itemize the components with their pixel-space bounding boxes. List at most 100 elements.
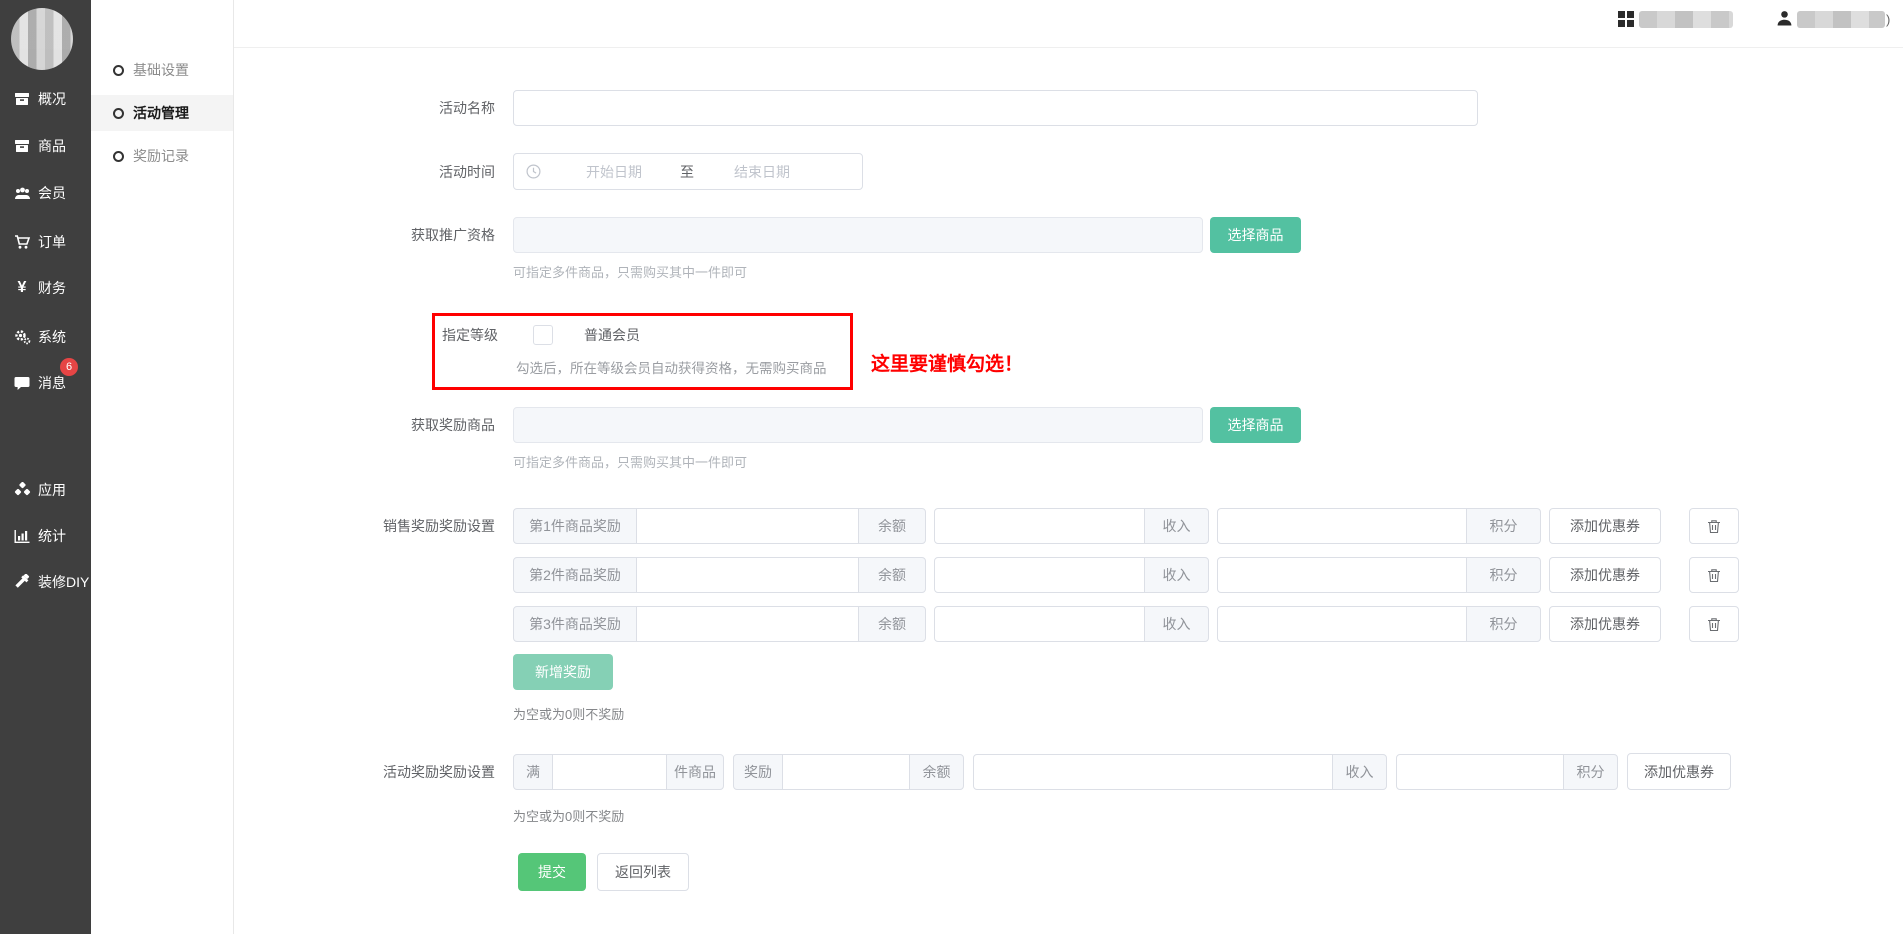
sidebar-item-finance[interactable]: ¥ 财务 (0, 264, 91, 312)
reward-addon: 奖励 (733, 754, 783, 790)
income-input[interactable] (934, 508, 1145, 544)
circle-icon (113, 65, 124, 76)
sidebar-item-goods[interactable]: 商品 (0, 122, 91, 170)
username-blurred[interactable] (1797, 11, 1885, 28)
balance-input[interactable] (636, 508, 859, 544)
reward-prefix-addon: 第2件商品奖励 (513, 557, 637, 593)
balance-input[interactable] (636, 606, 859, 642)
activity-reward-hint: 为空或为0则不奖励 (513, 806, 624, 825)
submenu-label: 基础设置 (133, 60, 189, 80)
submenu-item-reward-records[interactable]: 奖励记录 (91, 138, 233, 174)
activity-time-row: 活动时间 开始日期 至 结束日期 (234, 153, 863, 190)
balance-input[interactable] (782, 754, 910, 790)
sidebar-item-apps[interactable]: 应用 (0, 466, 91, 514)
activity-time-label: 活动时间 (234, 162, 495, 182)
sidebar-item-orders[interactable]: 订单 (0, 218, 91, 266)
back-to-list-button[interactable]: 返回列表 (597, 853, 689, 891)
points-input[interactable] (1217, 508, 1467, 544)
sidebar-label: 财务 (38, 278, 66, 298)
user-icon[interactable] (1776, 9, 1793, 27)
level-hint: 勾选后，所在等级会员自动获得资格，无需购买商品 (516, 357, 827, 377)
balance-addon: 余额 (909, 754, 964, 790)
diy-icon (13, 574, 31, 590)
promo-hint: 可指定多件商品，只需购买其中一件即可 (513, 262, 747, 281)
reward-goods-hint: 可指定多件商品，只需购买其中一件即可 (513, 452, 747, 471)
trash-icon (1707, 617, 1721, 632)
income-input[interactable] (973, 754, 1333, 790)
stats-icon (13, 528, 31, 544)
submenu-panel: 基础设置 活动管理 奖励记录 (91, 0, 234, 934)
reward-goods-input[interactable] (513, 407, 1203, 443)
start-date-placeholder[interactable]: 开始日期 (586, 162, 642, 182)
activity-name-input[interactable] (513, 90, 1478, 126)
sales-reward-hint: 为空或为0则不奖励 (513, 704, 624, 723)
avatar[interactable] (11, 8, 73, 70)
income-input[interactable] (934, 557, 1145, 593)
sidebar-label: 装修DIY (38, 572, 89, 592)
system-icon (13, 329, 31, 345)
promo-goods-input[interactable] (513, 217, 1203, 253)
sidebar-label: 统计 (38, 526, 66, 546)
goods-icon (13, 138, 31, 154)
select-goods-button[interactable]: 选择商品 (1210, 217, 1301, 253)
add-coupon-button[interactable]: 添加优惠券 (1549, 557, 1661, 593)
sidebar-label: 会员 (38, 183, 66, 203)
sidebar-item-members[interactable]: 会员 (0, 169, 91, 217)
add-coupon-button[interactable]: 添加优惠券 (1549, 508, 1661, 544)
goods-suffix-addon: 件商品 (666, 754, 724, 790)
clock-icon (526, 164, 541, 179)
shop-name-blurred[interactable] (1639, 11, 1733, 28)
main-sidebar: 概况 商品 会员 订单 ¥ 财务 (0, 0, 91, 934)
members-icon (13, 185, 31, 201)
income-addon: 收入 (1144, 508, 1209, 544)
activity-name-label: 活动名称 (234, 98, 495, 118)
level-label: 指定等级 (435, 325, 498, 345)
sidebar-item-system[interactable]: 系统 (0, 313, 91, 361)
points-addon: 积分 (1466, 557, 1541, 593)
add-coupon-button[interactable]: 添加优惠券 (1627, 753, 1731, 790)
delete-reward-button[interactable] (1689, 508, 1739, 544)
sales-reward-label: 销售奖励奖励设置 (234, 516, 495, 536)
submenu-label: 奖励记录 (133, 146, 189, 166)
sidebar-label: 概况 (38, 89, 66, 109)
delete-reward-button[interactable] (1689, 557, 1739, 593)
grid-icon[interactable] (1618, 11, 1634, 27)
goods-count-input[interactable] (552, 754, 667, 790)
promo-qualification-label: 获取推广资格 (234, 225, 495, 245)
add-reward-button[interactable]: 新增奖励 (513, 654, 613, 690)
sidebar-item-overview[interactable]: 概况 (0, 75, 91, 123)
message-icon (13, 375, 31, 391)
submit-button[interactable]: 提交 (518, 853, 586, 891)
balance-addon: 余额 (858, 557, 926, 593)
red-annotation-text: 这里要谨慎勾选！ (871, 349, 1023, 376)
activity-name-row: 活动名称 (234, 90, 1478, 126)
delete-reward-button[interactable] (1689, 606, 1739, 642)
message-badge: 6 (60, 358, 78, 376)
points-addon: 积分 (1466, 508, 1541, 544)
income-input[interactable] (934, 606, 1145, 642)
sidebar-label: 商品 (38, 136, 66, 156)
promo-qualification-row: 获取推广资格 选择商品 (234, 217, 1301, 253)
submenu-item-basic-settings[interactable]: 基础设置 (91, 52, 233, 88)
points-input[interactable] (1217, 557, 1467, 593)
sidebar-item-decorate-diy[interactable]: 装修DIY (0, 558, 91, 606)
sidebar-label: 应用 (38, 480, 66, 500)
points-input[interactable] (1396, 754, 1564, 790)
finance-icon: ¥ (13, 280, 31, 296)
level-checkbox[interactable] (533, 325, 553, 345)
add-coupon-button[interactable]: 添加优惠券 (1549, 606, 1661, 642)
sidebar-item-statistics[interactable]: 统计 (0, 512, 91, 560)
end-date-placeholder[interactable]: 结束日期 (734, 162, 790, 182)
submenu-item-activity-management[interactable]: 活动管理 (91, 95, 233, 131)
select-goods-button[interactable]: 选择商品 (1210, 407, 1301, 443)
level-checkbox-label[interactable]: 普通会员 (584, 325, 640, 345)
trash-icon (1707, 568, 1721, 583)
overview-icon (13, 91, 31, 107)
balance-input[interactable] (636, 557, 859, 593)
page: ) 基础设置 活动管理 奖励记录 概况 商品 (0, 0, 1903, 934)
points-input[interactable] (1217, 606, 1467, 642)
reward-prefix-addon: 第1件商品奖励 (513, 508, 637, 544)
username-suffix: ) (1886, 12, 1890, 27)
level-annotation-box: 指定等级 普通会员 勾选后，所在等级会员自动获得资格，无需购买商品 (432, 313, 853, 390)
date-range-picker[interactable]: 开始日期 至 结束日期 (513, 153, 863, 190)
